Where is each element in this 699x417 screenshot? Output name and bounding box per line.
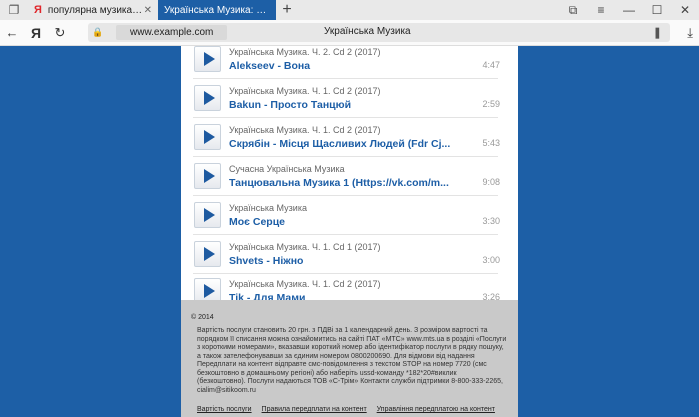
- download-icon[interactable]: ⤓: [687, 25, 693, 41]
- new-tab-button[interactable]: +: [276, 1, 298, 19]
- play-button[interactable]: [194, 163, 221, 189]
- play-button[interactable]: [194, 202, 221, 228]
- minimize-icon[interactable]: —: [615, 0, 643, 20]
- track-title[interactable]: Скрябін - Місця Щасливих Людей (Fdr Cj..…: [229, 138, 461, 150]
- play-icon: [203, 91, 215, 105]
- play-button[interactable]: [194, 85, 221, 111]
- copyright: © 2014: [191, 314, 214, 321]
- track-duration: 4:47: [482, 60, 500, 70]
- track-title[interactable]: Bakun - Просто Танцюй: [229, 99, 461, 111]
- play-icon: [203, 169, 215, 183]
- tab-popular-music[interactable]: Я популярна музика слухати ✕: [28, 0, 158, 20]
- maximize-icon[interactable]: ☐: [643, 0, 671, 20]
- play-icon: [203, 284, 215, 298]
- play-icon: [203, 130, 215, 144]
- close-window-icon[interactable]: ✕: [671, 0, 699, 20]
- link-service-cost[interactable]: Вартість послуги: [197, 406, 252, 413]
- play-icon: [203, 208, 215, 222]
- play-button[interactable]: [194, 241, 221, 267]
- track-title[interactable]: Танцювальна Музика 1 (Https://vk.com/m..…: [229, 177, 461, 189]
- bookmark-icon[interactable]: ❚: [653, 26, 662, 39]
- back-arrow-icon[interactable]: ←: [0, 20, 24, 46]
- track-album: Українська Музика. Ч. 1. Cd 2 (2017): [229, 125, 381, 135]
- tab-strip: ❐ Я популярна музика слухати ✕ Українськ…: [0, 0, 699, 20]
- reload-icon[interactable]: ↻: [48, 20, 72, 46]
- track-duration: 5:43: [482, 138, 500, 148]
- track-row: Українська Музика. Ч. 1. Cd 1 (2017) Shv…: [181, 235, 518, 274]
- track-list: Українська Музика. Ч. 2. Cd 2 (2017) Ale…: [181, 46, 518, 304]
- tab-manager-icon[interactable]: ❐: [0, 0, 28, 20]
- track-title[interactable]: Shvets - Ніжно: [229, 255, 461, 267]
- tab-label: Українська Музика: 204: [164, 4, 270, 16]
- track-album: Сучасна Українська Музика: [229, 164, 345, 174]
- page-footer: © 2014 Вартість послуги становить 20 грн…: [181, 300, 518, 417]
- track-row: Сучасна Українська Музика Танцювальна Му…: [181, 157, 518, 196]
- play-icon: [203, 247, 215, 261]
- track-title[interactable]: Alekseev - Вона: [229, 60, 461, 72]
- legal-text: Вартість послуги становить 20 грн. з ПДВ…: [197, 327, 507, 394]
- tab-label: популярна музика слухати: [47, 4, 144, 16]
- track-album: Українська Музика. Ч. 1. Cd 2 (2017): [229, 279, 381, 289]
- track-duration: 9:08: [482, 177, 500, 187]
- track-duration: 3:30: [482, 216, 500, 226]
- track-row: Українська Музика. Ч. 1. Cd 2 (2017) Скр…: [181, 118, 518, 157]
- url-domain: www.example.com: [116, 25, 228, 40]
- tab-close-icon[interactable]: ✕: [144, 5, 152, 16]
- track-title[interactable]: Моє Серце: [229, 216, 461, 228]
- track-album: Українська Музика. Ч. 1. Cd 2 (2017): [229, 86, 381, 96]
- track-row: Українська Музика. Ч. 1. Cd 2 (2017) Bak…: [181, 79, 518, 118]
- track-album: Українська Музика. Ч. 2. Cd 2 (2017): [229, 47, 381, 57]
- track-album: Українська Музика: [229, 203, 307, 213]
- bookmarks-icon[interactable]: ⧉: [559, 0, 587, 20]
- yandex-favicon: Я: [34, 4, 42, 16]
- footer-links: Вартість послуги Правила передплати на к…: [197, 406, 503, 413]
- yandex-logo-button[interactable]: Я: [24, 20, 48, 46]
- track-row: Українська Музика. Ч. 2. Cd 2 (2017) Ale…: [181, 40, 518, 79]
- track-duration: 2:59: [482, 99, 500, 109]
- tab-ukrainian-music[interactable]: Українська Музика: 204: [158, 0, 276, 20]
- lock-icon: 🔒: [92, 27, 104, 37]
- page-title: Українська Музика: [324, 26, 411, 37]
- play-button[interactable]: [194, 46, 221, 72]
- link-subscription-rules[interactable]: Правила передплати на контент: [262, 406, 367, 413]
- play-button[interactable]: [194, 124, 221, 150]
- track-album: Українська Музика. Ч. 1. Cd 1 (2017): [229, 242, 381, 252]
- track-row: Українська Музика Моє Серце 3:30: [181, 196, 518, 235]
- track-duration: 3:00: [482, 255, 500, 265]
- play-icon: [203, 52, 215, 66]
- link-subscription-management[interactable]: Управління передплатою на контент: [377, 406, 495, 413]
- menu-icon[interactable]: ≡: [587, 0, 615, 20]
